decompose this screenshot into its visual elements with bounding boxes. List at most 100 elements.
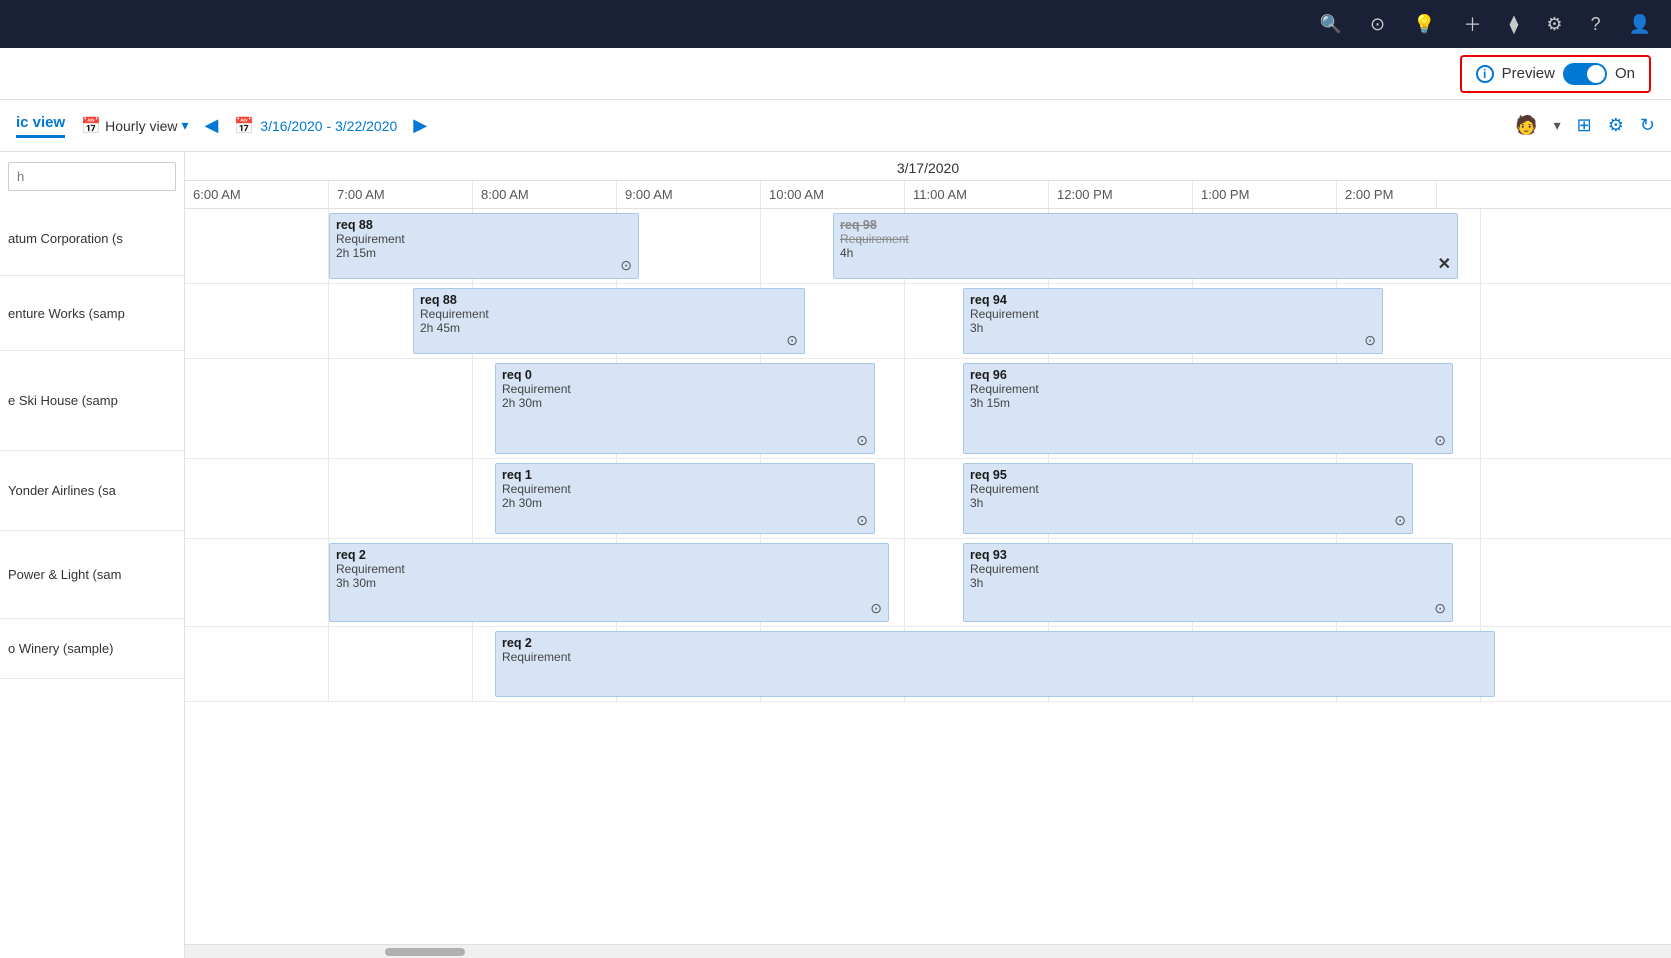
event-type: Requirement [840, 232, 1451, 246]
event-schedule-icon: ⊙ [786, 332, 798, 349]
horizontal-scrollbar[interactable] [185, 944, 1671, 958]
lightbulb-icon[interactable]: 💡 [1413, 14, 1435, 35]
date-range-label: 3/16/2020 - 3/22/2020 [260, 118, 397, 134]
event-schedule-icon: ⊙ [1434, 432, 1446, 449]
person-icon[interactable]: 👤 [1629, 14, 1651, 35]
search-icon[interactable]: 🔍 [1320, 14, 1342, 35]
tab-ic-view[interactable]: ic view [16, 114, 65, 138]
resource-icon[interactable]: 🧑 [1515, 115, 1537, 136]
event-card-row3-0[interactable]: req 1Requirement2h 30m ⊙ [495, 463, 875, 534]
plus-icon[interactable]: ＋ [1464, 11, 1482, 37]
date-range-button[interactable]: 📅 3/16/2020 - 3/22/2020 [234, 116, 397, 136]
grid-cell-2-0 [185, 359, 329, 458]
refresh-icon[interactable]: ↻ [1640, 115, 1655, 136]
event-card-row1-0[interactable]: req 88Requirement2h 45m⊙ [413, 288, 805, 354]
event-schedule-icon: ⊙ [1394, 512, 1406, 529]
time-cell-5: 11:00 AM [905, 181, 1049, 208]
event-card-row2-0[interactable]: req 0Requirement2h 30m ⊙ [495, 363, 875, 454]
date-header: 3/17/2020 [185, 152, 1671, 181]
event-title: req 2 [336, 548, 882, 562]
event-title: req 1 [502, 468, 868, 482]
main-layout: atum Corporation (s enture Works (samp e… [0, 152, 1671, 958]
help-icon[interactable]: ? [1591, 14, 1601, 35]
sidebar-row-1: enture Works (samp [0, 276, 184, 351]
event-schedule-icon: ⊙ [1364, 332, 1376, 349]
event-title: req 94 [970, 293, 1376, 307]
grid-row-0: req 88Requirement2h 15m⊙ req 98Requiremen… [185, 209, 1671, 284]
event-schedule-icon: ⊙ [870, 600, 882, 617]
event-duration: 2h 30m [502, 396, 868, 410]
event-duration: 3h 15m [970, 396, 1446, 410]
event-card-row5-0[interactable]: req 2Requirement [495, 631, 1495, 697]
event-type: Requirement [336, 562, 882, 576]
hourly-chevron-icon: ▾ [181, 117, 188, 134]
event-duration: 2h 30m [502, 496, 868, 510]
event-type: Requirement [970, 482, 1406, 496]
event-type: Requirement [970, 562, 1446, 576]
toggle-track[interactable] [1563, 63, 1607, 85]
time-cell-1: 7:00 AM [329, 181, 473, 208]
time-cell-8: 2:00 PM [1337, 181, 1437, 208]
scrollbar-thumb[interactable] [385, 948, 465, 956]
event-duration: 3h 30m [336, 576, 882, 590]
event-title: req 88 [336, 218, 632, 232]
event-schedule-icon: ⊙ [856, 512, 868, 529]
preview-toggle-box: i Preview On [1460, 55, 1651, 93]
sidebar-rows: atum Corporation (s enture Works (samp e… [0, 201, 184, 958]
grid-cell-1-0 [185, 284, 329, 358]
event-title: req 0 [502, 368, 868, 382]
event-title: req 88 [420, 293, 798, 307]
grid-rows: req 88Requirement2h 15m⊙req 98Requiremen… [185, 209, 1671, 944]
event-card-row4-1[interactable]: req 93Requirement3h⊙ [963, 543, 1453, 622]
settings-icon[interactable]: ⚙ [1546, 14, 1562, 35]
time-header-row: 6:00 AM 7:00 AM 8:00 AM 9:00 AM 10:00 AM… [185, 181, 1671, 209]
sidebar-row-2: e Ski House (samp [0, 351, 184, 451]
preview-toggle[interactable] [1563, 63, 1607, 85]
event-title: req 95 [970, 468, 1406, 482]
time-cell-6: 12:00 PM [1049, 181, 1193, 208]
event-title: req 98 [840, 218, 1451, 232]
event-type: Requirement [502, 482, 868, 496]
event-close-icon[interactable]: ✕ [1438, 254, 1451, 274]
toggle-on-label: On [1615, 65, 1635, 82]
checkmark-circle-icon[interactable]: ⊙ [1370, 14, 1385, 35]
event-duration: 4h [840, 246, 1451, 260]
next-button[interactable]: ▶ [405, 111, 435, 140]
time-cell-2: 8:00 AM [473, 181, 617, 208]
event-type: Requirement [502, 650, 1488, 664]
chevron-down-icon[interactable]: ▾ [1554, 117, 1561, 134]
event-card-row0-1[interactable]: req 98Requirement4h✕ [833, 213, 1458, 279]
event-type: Requirement [502, 382, 868, 396]
event-card-row1-1[interactable]: req 94Requirement3h⊙ [963, 288, 1383, 354]
event-card-row2-1[interactable]: req 96Requirement3h 15m⊙ [963, 363, 1453, 454]
event-card-row3-1[interactable]: req 95Requirement3h ⊙ [963, 463, 1413, 534]
grid-row-5: req 2Requirement [185, 627, 1671, 702]
event-duration: 3h [970, 576, 1446, 590]
toggle-thumb [1587, 65, 1605, 83]
event-duration: 3h [970, 496, 1406, 510]
schedule-area: 3/17/2020 6:00 AM 7:00 AM 8:00 AM 9:00 A… [185, 152, 1671, 958]
event-type: Requirement [970, 307, 1376, 321]
time-cell-7: 1:00 PM [1193, 181, 1337, 208]
event-title: req 96 [970, 368, 1446, 382]
event-duration: 2h 15m [336, 246, 632, 260]
grid-row-3: req 1Requirement2h 30m⊙req 95Requirement… [185, 459, 1671, 539]
grid-cell-4-0 [185, 539, 329, 626]
grid-row-2: req 0Requirement2h 30m ⊙ req 96 Requirement… [185, 359, 1671, 459]
search-input[interactable] [8, 162, 176, 191]
time-cell-4: 10:00 AM [761, 181, 905, 208]
sidebar-row-label-5: o Winery (sample) [8, 641, 113, 656]
settings2-icon[interactable]: ⚙ [1608, 115, 1624, 136]
info-icon[interactable]: i [1476, 65, 1494, 83]
prev-button[interactable]: ◀ [197, 111, 227, 140]
event-card-row4-0[interactable]: req 2Requirement3h 30m ⊙ [329, 543, 889, 622]
grid-view-icon[interactable]: ⊞ [1577, 115, 1592, 136]
grid-cell-3-1 [329, 459, 473, 538]
filter-icon[interactable]: ⧫ [1510, 14, 1519, 35]
hourly-view-button[interactable]: 📅 Hourly view ▾ [81, 116, 188, 136]
time-cell-0: 6:00 AM [185, 181, 329, 208]
event-schedule-icon: ⊙ [856, 432, 868, 449]
event-card-row0-0[interactable]: req 88Requirement2h 15m⊙ [329, 213, 639, 279]
sidebar-row-label-3: Yonder Airlines (sa [8, 483, 116, 498]
sidebar-row-5: o Winery (sample) [0, 619, 184, 679]
